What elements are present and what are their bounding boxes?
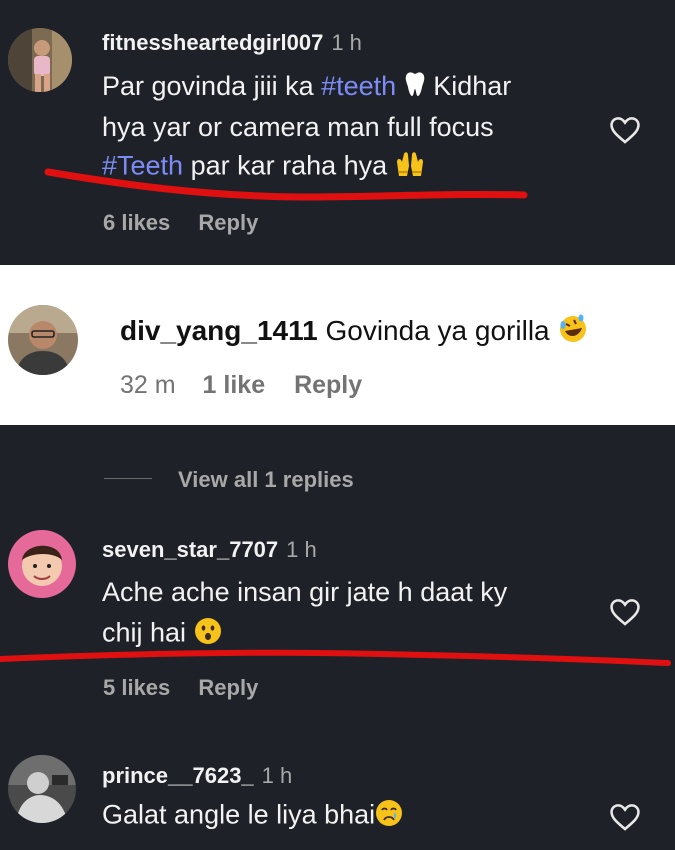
crying-face-emoji	[375, 799, 403, 834]
comment-text-line: chij hai	[102, 617, 222, 652]
heart-outline-icon[interactable]	[608, 800, 642, 834]
comment-text: Kidhar	[425, 71, 512, 101]
comment-meta: 5 likes Reply	[103, 675, 258, 701]
comment-text-line: Par govinda jiii ka #teeth Kidhar	[102, 71, 511, 104]
avatar[interactable]	[8, 28, 72, 92]
comment-text-line: hya yar or camera man full focus	[102, 112, 494, 142]
avatar[interactable]	[8, 305, 78, 375]
comment-header: prince__7623_ 1 h	[102, 763, 292, 789]
comment-panel-1: fitnessheartedgirl007 1 h Par govinda jii…	[0, 0, 675, 265]
likes-count[interactable]: 6 likes	[103, 210, 170, 235]
reply-button[interactable]: Reply	[198, 210, 258, 235]
comment-header: seven_star_7707 1 h	[102, 537, 317, 563]
avatar[interactable]	[8, 755, 76, 823]
username[interactable]: seven_star_7707	[102, 537, 278, 562]
timestamp: 32 m	[120, 371, 176, 399]
comment-text: Govinda ya gorilla	[325, 314, 550, 346]
comment-meta: 32 m 1 like Reply	[120, 371, 362, 400]
comment-text: par kar raha hya	[183, 150, 388, 181]
heart-outline-icon[interactable]	[608, 595, 642, 629]
replies-divider	[104, 478, 152, 479]
comment-panel-2: div_yang_1411 Govinda ya gorilla 32 m 1 …	[0, 265, 675, 425]
comment-text: Galat angle le liya bhai	[102, 799, 376, 830]
username[interactable]: prince__7623_	[102, 763, 254, 788]
hashtag-link[interactable]: #Teeth	[102, 151, 183, 181]
comment-panel-3: View all 1 replies seven_star_7707 1 h Ac…	[0, 425, 675, 850]
comment-line: div_yang_1411 Govinda ya gorilla	[120, 313, 589, 352]
likes-count[interactable]: 5 likes	[103, 675, 170, 700]
username[interactable]: div_yang_1411	[120, 315, 318, 346]
comment-text-line: Galat angle le liya bhai	[102, 799, 403, 834]
heart-outline-icon[interactable]	[608, 113, 642, 147]
comment-text: chij hai	[102, 617, 187, 648]
comment-meta: 6 likes Reply	[103, 210, 258, 236]
reply-button[interactable]: Reply	[294, 371, 362, 399]
raised-hands-emoji	[395, 150, 425, 185]
hushed-face-emoji	[194, 617, 222, 652]
reply-button[interactable]: Reply	[198, 675, 258, 700]
view-replies-link[interactable]: View all 1 replies	[178, 467, 354, 493]
rolling-laughing-emoji	[557, 313, 589, 352]
comment-text-line: Ache ache insan gir jate h daat ky	[102, 577, 508, 607]
comment-text: Par govinda jiii ka	[102, 71, 322, 101]
tooth-emoji	[404, 71, 426, 104]
username[interactable]: fitnessheartedgirl007	[102, 30, 323, 55]
avatar[interactable]	[8, 530, 76, 598]
likes-count[interactable]: 1 like	[203, 371, 266, 399]
comment-text-line: #Teeth par kar raha hya	[102, 150, 425, 185]
timestamp: 1 h	[331, 30, 362, 55]
timestamp: 1 h	[261, 763, 293, 788]
hashtag-link[interactable]: #teeth	[321, 71, 396, 101]
comment-header: fitnessheartedgirl007 1 h	[102, 30, 362, 56]
timestamp: 1 h	[286, 537, 317, 562]
